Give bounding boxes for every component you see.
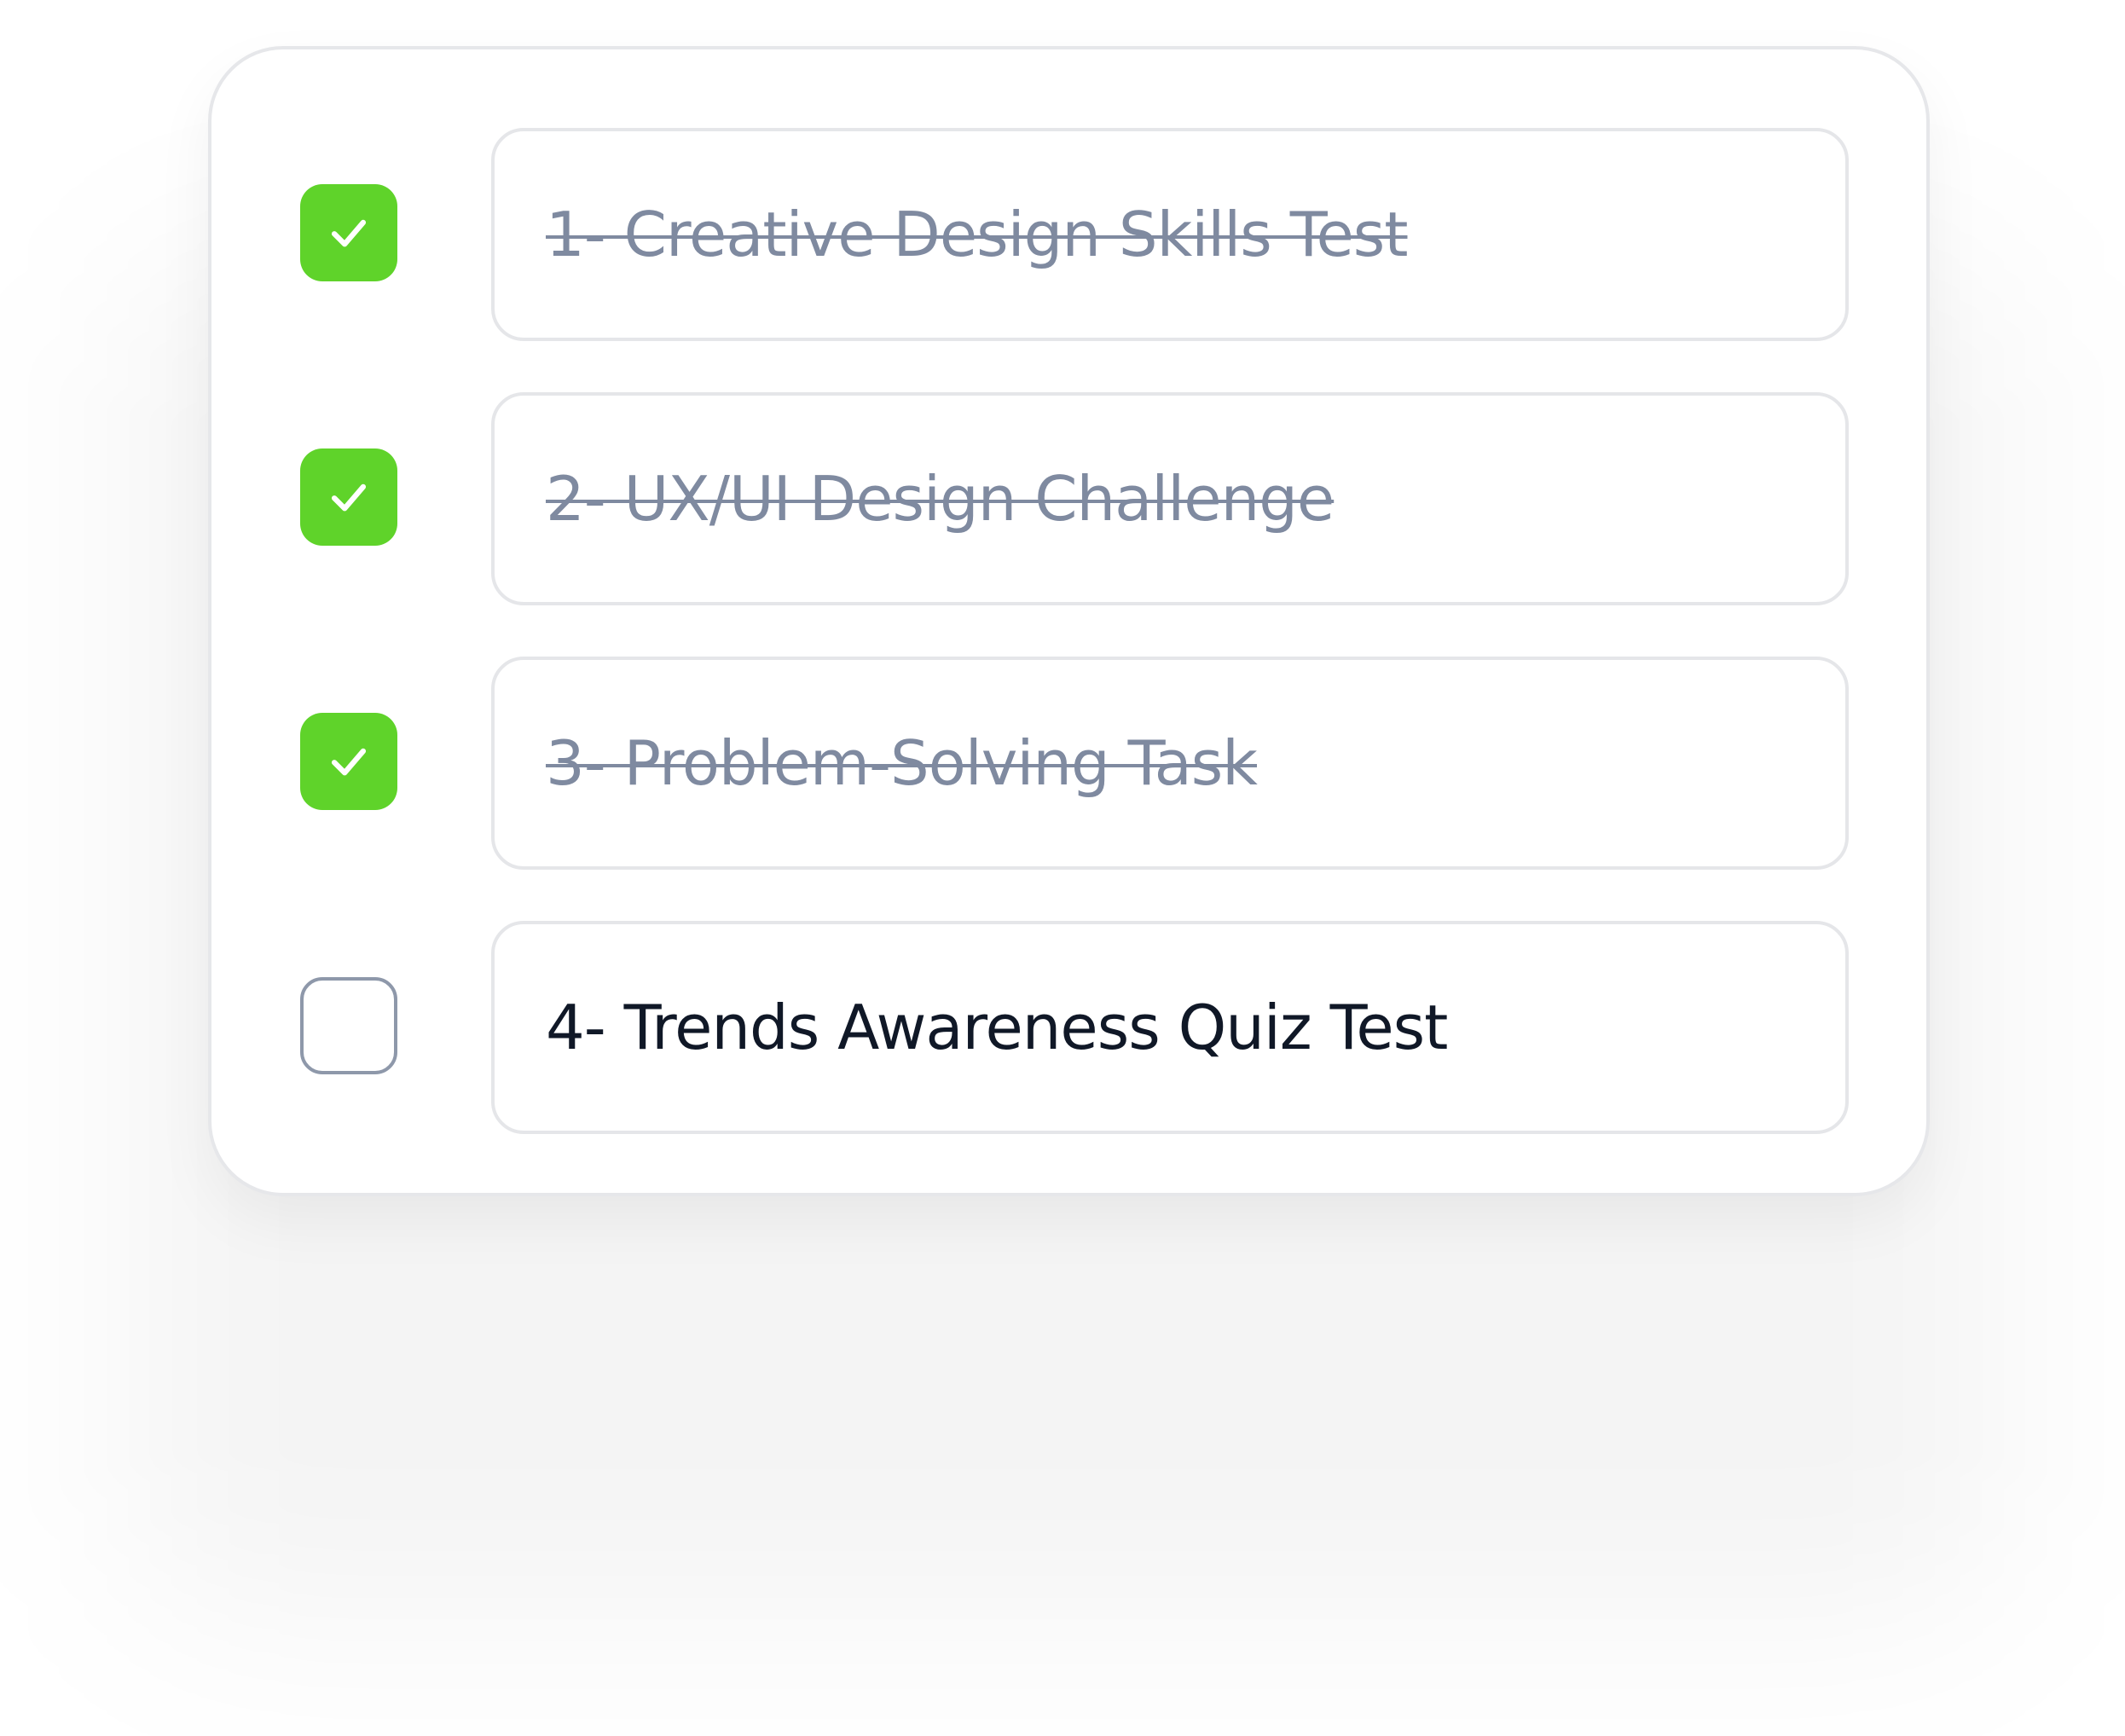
task-1-checkbox[interactable]	[300, 184, 397, 281]
task-2-label: 2- UX/UI Design Challenge	[546, 463, 1335, 535]
task-3-checkbox[interactable]	[300, 713, 397, 810]
check-icon	[331, 748, 367, 776]
task-row-4: 4- Trends Awareness Quiz Test	[211, 921, 1926, 1134]
task-4-checkbox[interactable]	[300, 977, 397, 1074]
task-4-label: 4- Trends Awareness Quiz Test	[546, 992, 1448, 1063]
check-icon	[331, 219, 367, 247]
task-2-item[interactable]: 2- UX/UI Design Challenge	[491, 392, 1849, 605]
task-row-2: 2- UX/UI Design Challenge	[211, 392, 1926, 605]
task-row-3: 3- Problem-Solving Task	[211, 657, 1926, 870]
task-2-checkbox[interactable]	[300, 448, 397, 546]
task-1-label: 1- Creative Design Skills Test	[546, 199, 1408, 270]
task-3-label: 3- Problem-Solving Task	[546, 727, 1258, 799]
task-3-item[interactable]: 3- Problem-Solving Task	[491, 657, 1849, 870]
task-1-item[interactable]: 1- Creative Design Skills Test	[491, 128, 1849, 341]
task-4-item[interactable]: 4- Trends Awareness Quiz Test	[491, 921, 1849, 1134]
task-checklist-card: 1- Creative Design Skills Test 2- UX/UI …	[208, 46, 1930, 1196]
task-row-1: 1- Creative Design Skills Test	[211, 128, 1926, 341]
check-icon	[331, 483, 367, 512]
